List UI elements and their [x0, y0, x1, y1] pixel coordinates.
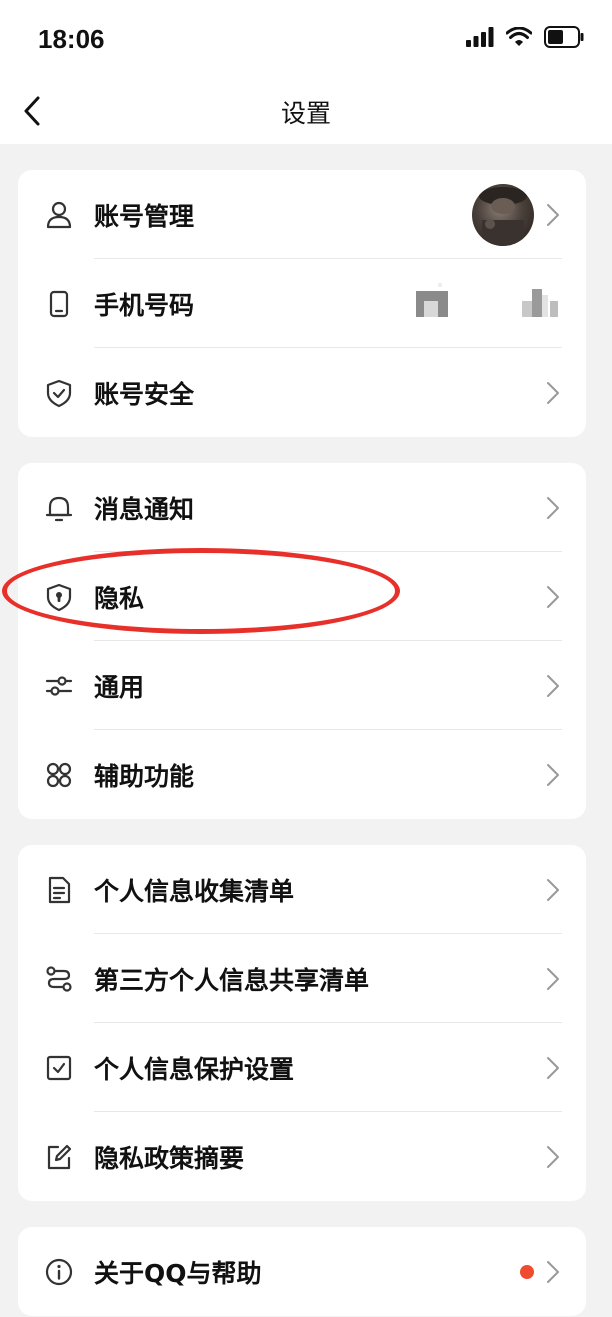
chevron-right-icon — [547, 764, 559, 786]
chevron-right-icon — [547, 879, 559, 901]
row-account-management[interactable]: 账号管理 — [18, 170, 586, 259]
row-label: 隐私 — [94, 584, 145, 613]
row-notifications[interactable]: 消息通知 — [18, 463, 586, 552]
row-label: 手机号码 — [94, 291, 195, 320]
edit-icon — [47, 1144, 72, 1170]
notification-badge — [520, 1265, 534, 1279]
settings-group-about: 关于QQ与帮助 — [18, 1227, 586, 1316]
chevron-right-icon — [547, 497, 559, 519]
chevron-right-icon — [547, 1261, 559, 1283]
row-label: 个人信息收集清单 — [94, 877, 295, 906]
row-label: 账号管理 — [94, 202, 195, 231]
status-time: 18:06 — [38, 24, 105, 54]
row-label: 账号安全 — [94, 380, 195, 409]
row-third-party-sharing-list[interactable]: 第三方个人信息共享清单 — [18, 934, 586, 1023]
chevron-right-icon — [547, 1057, 559, 1079]
bell-icon — [45, 496, 73, 522]
row-about-qq-help[interactable]: 关于QQ与帮助 — [18, 1227, 586, 1316]
row-label: 消息通知 — [94, 495, 195, 524]
row-privacy-policy-summary[interactable]: 隐私政策摘要 — [18, 1112, 586, 1201]
row-label: 第三方个人信息共享清单 — [94, 966, 370, 995]
settings-group-general: 消息通知 隐私 通用 辅助功能 — [18, 463, 586, 819]
user-icon — [46, 201, 72, 229]
status-bar: 18:06 — [0, 0, 612, 78]
settings-group-personal-info: 个人信息收集清单 第三方个人信息共享清单 个人信息保护设置 隐私政策摘要 — [18, 845, 586, 1201]
row-info-protection-settings[interactable]: 个人信息保护设置 — [18, 1023, 586, 1112]
shield-check-icon — [46, 379, 72, 408]
wifi-icon — [506, 27, 532, 46]
document-icon — [48, 876, 71, 904]
row-account-security[interactable]: 账号安全 — [18, 348, 586, 437]
avatar — [472, 184, 534, 246]
system-icons — [466, 26, 584, 48]
nav-bar: 设置 — [0, 78, 612, 144]
chevron-right-icon — [547, 204, 559, 226]
row-info-collection-list[interactable]: 个人信息收集清单 — [18, 845, 586, 934]
info-icon — [45, 1258, 73, 1286]
row-label: 辅助功能 — [94, 762, 195, 791]
share-icon — [46, 966, 72, 992]
row-general[interactable]: 通用 — [18, 641, 586, 730]
battery-icon — [544, 26, 584, 48]
row-label: 通用 — [94, 673, 145, 702]
chevron-right-icon — [547, 1146, 559, 1168]
chevron-right-icon — [547, 586, 559, 608]
row-label: 关于QQ与帮助 — [94, 1259, 262, 1288]
row-label: 隐私政策摘要 — [94, 1144, 245, 1173]
chevron-right-icon — [547, 382, 559, 404]
row-label: 个人信息保护设置 — [94, 1055, 295, 1084]
page-title: 设置 — [280, 99, 331, 128]
chevron-right-icon — [547, 675, 559, 697]
checkbox-icon — [46, 1055, 72, 1081]
row-privacy[interactable]: 隐私 — [18, 552, 586, 641]
grid-icon — [46, 762, 72, 788]
chevron-right-icon — [547, 968, 559, 990]
sliders-icon — [45, 676, 73, 696]
privacy-shield-icon — [46, 583, 72, 612]
row-accessibility[interactable]: 辅助功能 — [18, 730, 586, 819]
row-phone-number[interactable]: 手机号码 — [18, 259, 586, 348]
signal-icon — [466, 27, 494, 47]
settings-group-account: 账号管理 手机号码 账号安全 — [18, 170, 586, 437]
phone-icon — [49, 290, 69, 318]
redacted-phone-value — [416, 283, 558, 317]
